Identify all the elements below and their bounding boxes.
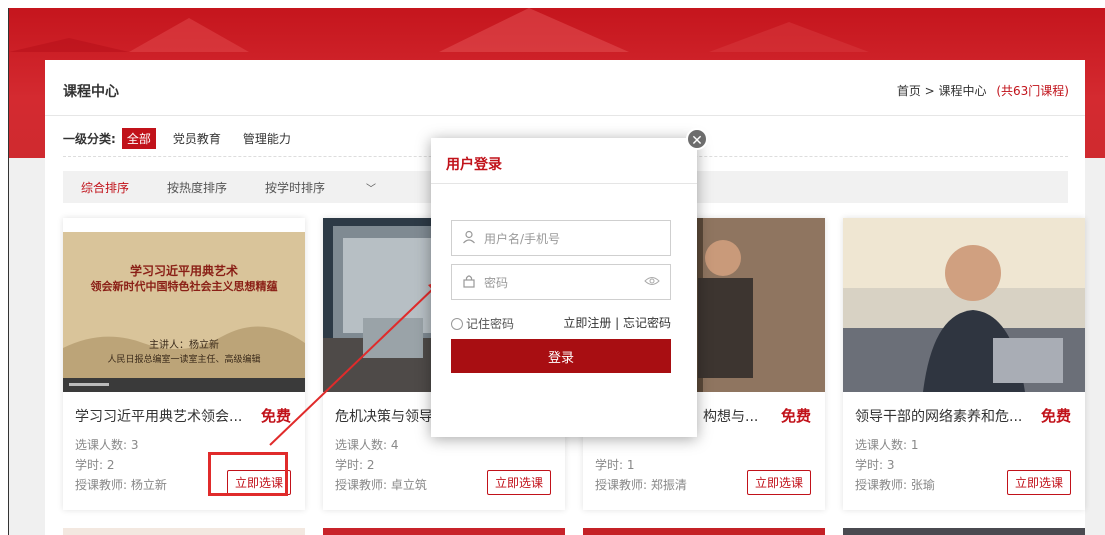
close-icon[interactable]: ✕ [686, 128, 708, 150]
remember-password[interactable]: 记住密码 [451, 315, 514, 332]
remember-label: 记住密码 [466, 317, 515, 331]
password-field[interactable]: 密码 [451, 264, 671, 300]
modal-title: 用户登录 [431, 138, 697, 184]
lock-icon [462, 274, 476, 291]
remember-radio[interactable] [451, 317, 463, 330]
login-modal: 用户登录 用户名/手机号 密码 记住密码 立即注册 | 忘记密码 登录 [431, 138, 697, 437]
login-button[interactable]: 登录 [451, 339, 671, 373]
user-icon [462, 230, 476, 247]
register-forgot-links[interactable]: 立即注册 | 忘记密码 [563, 314, 671, 331]
eye-icon[interactable] [644, 275, 660, 289]
username-placeholder: 用户名/手机号 [484, 231, 561, 246]
username-field[interactable]: 用户名/手机号 [451, 220, 671, 256]
password-placeholder: 密码 [484, 275, 509, 290]
